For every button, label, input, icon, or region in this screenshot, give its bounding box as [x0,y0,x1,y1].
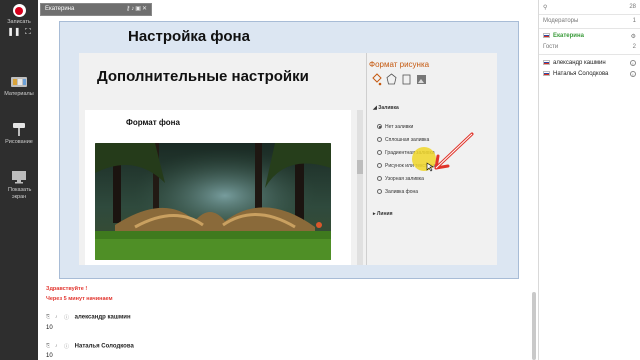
pentagon-icon[interactable] [386,73,397,86]
participants-panel: ⚲ 28 Модераторы 1 Екатерина ⚙ Гости 2 ал… [538,0,640,360]
info-icon[interactable]: i [630,71,636,77]
microphone-icon[interactable]: ♪ [55,314,61,320]
share-screen-button[interactable]: Показать экран [0,170,38,201]
media-controls: ❚❚ ⛶ [0,28,38,37]
forest-image [95,143,331,260]
info-icon[interactable]: i [630,60,636,66]
option-no-fill-label: Нет заливки [385,124,414,130]
option-background-fill-label: Заливка фона [385,189,419,195]
gear-icon[interactable]: ⚙ [631,33,636,40]
guests-count: 2 [632,44,636,50]
search-icon[interactable]: ⚲ [543,5,547,11]
monitor-icon [9,170,29,184]
chat-system-note: Через 5 минут начинаем [46,296,113,302]
moderators-label: Модераторы [543,18,579,24]
radio-pattern-fill[interactable] [377,176,382,182]
radio-solid-fill[interactable] [377,137,382,143]
option-pattern-fill-label: Узорная заливка [385,176,424,182]
fill-section-header[interactable]: ◢ Заливка [373,105,399,111]
chat-scrollbar[interactable] [532,292,536,360]
radio-picture-fill[interactable] [377,163,382,169]
size-icon[interactable] [401,73,412,86]
picture-icon[interactable] [416,73,427,86]
mouse-cursor-icon [426,162,434,172]
russia-flag-icon [543,71,550,76]
line-section-header[interactable]: ▸ Линия [373,211,393,217]
materials-icon [9,74,29,88]
guests-header: Гости 2 [543,44,636,50]
fill-section-label: Заливка [378,105,399,111]
radio-no-fill[interactable] [377,124,382,130]
radio-background-fill[interactable] [377,189,382,195]
chat-panel: Здравствуйте ! Через 5 минут начинаем ⎘ ♪… [38,282,538,360]
radio-gradient-fill[interactable] [377,150,382,156]
fill-bucket-icon[interactable] [371,73,382,86]
russia-flag-icon [543,60,550,65]
participants-count: 28 [629,4,636,10]
pane-title: Формат рисунка [369,60,430,69]
option-pattern-fill[interactable]: Узорная заливка [377,176,424,182]
video-window-controls: ⚷♪▣✕ [126,4,148,15]
inner-title: Дополнительные настройки [97,68,309,85]
chat-author-name: александр кашмин [74,314,131,321]
record-label: Записать [7,19,31,25]
microphone-icon[interactable]: ♪ [55,343,61,349]
info-icon[interactable]: ⓘ [64,343,70,350]
copy-icon[interactable]: ⎘ [46,343,52,349]
fullscreen-icon[interactable]: ⛶ [25,27,31,36]
materials-button[interactable]: Материалы [0,74,38,98]
guest-item[interactable]: александр кашмин i [543,60,636,66]
close-icon[interactable]: ✕ [142,6,148,12]
share-screen-label: Показать экран [8,187,32,200]
moderator-name: Екатерина [553,33,584,40]
drawing-button[interactable]: Рисование [0,122,38,146]
moderators-header: Модераторы 1 [543,18,636,24]
chat-message-text: 10 [46,353,53,359]
guests-label: Гости [543,44,559,50]
chat-message-author: ⎘ ♪ ⓘ александр кашмин [46,314,131,321]
video-window-title: Екатерина [45,6,75,12]
drawing-label: Рисование [5,139,33,145]
moderator-item[interactable]: Екатерина ⚙ [543,33,636,40]
video-window-bar[interactable]: Екатерина ⚷♪▣✕ [40,3,152,16]
inner-scrollbar [357,110,363,265]
chat-message-text: 10 [46,325,53,331]
russia-flag-icon [543,33,550,38]
option-no-fill[interactable]: Нет заливки [377,124,413,130]
slide-title: Настройка фона [128,28,250,45]
record-icon [12,4,26,17]
camera-icon[interactable]: ▣ [135,6,142,12]
pause-icon[interactable]: ❚❚ [7,27,20,36]
moderators-count: 1 [632,18,636,24]
paint-roller-icon [9,122,29,136]
record-button[interactable]: Записать [0,2,38,26]
participants-search[interactable]: ⚲ 28 [543,4,636,11]
guest-item[interactable]: Наталья Солодкова i [543,71,636,77]
guest-name: Наталья Солодкова [553,71,609,78]
app-window: Записать ❚❚ ⛶ Материалы Рисование Показа… [0,0,640,360]
chat-message-author: ⎘ ♪ ⓘ Наталья Солодкова [46,343,134,350]
chat-author-name: Наталья Солодкова [74,343,134,350]
option-background-fill[interactable]: Заливка фона [377,189,418,195]
materials-label: Материалы [4,91,34,97]
guest-name: александр кашмин [553,60,606,67]
copy-icon[interactable]: ⎘ [46,314,52,320]
line-section-label: Линия [376,211,393,217]
left-toolbar: Записать ❚❚ ⛶ Материалы Рисование Показа… [0,0,38,360]
info-icon[interactable]: ⓘ [64,314,70,321]
chat-system-greeting: Здравствуйте ! [46,286,88,292]
format-label: Формат фона [126,118,180,127]
